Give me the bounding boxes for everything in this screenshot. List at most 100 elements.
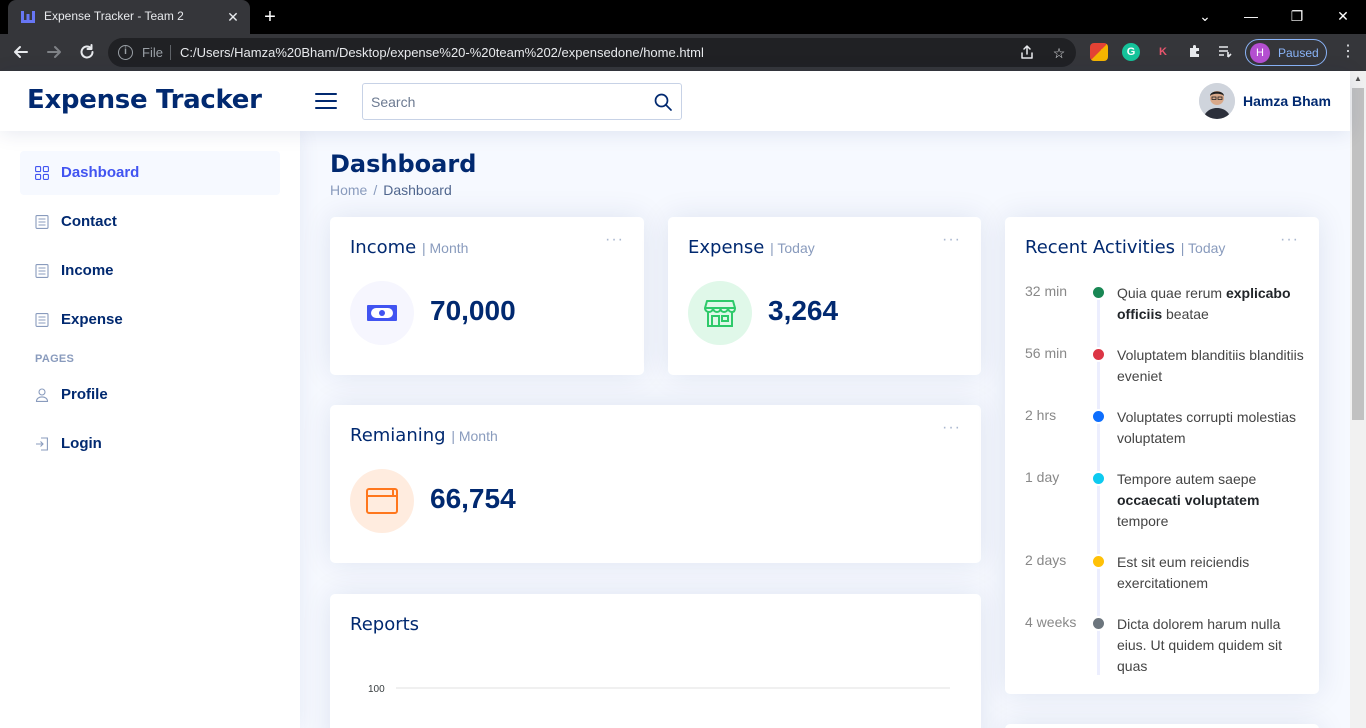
card-period: | Today — [1180, 240, 1226, 256]
sidebar-item-label: Profile — [61, 386, 108, 403]
sidebar-item-label: Income — [61, 262, 114, 279]
sidebar-item-expense[interactable]: Expense — [20, 298, 280, 342]
remaining-card: Remianing | Month ··· 66,754 — [330, 405, 981, 563]
more-options-icon[interactable]: ··· — [605, 232, 624, 248]
activity-text: Dicta dolorem harum nulla eius. Ut quide… — [1117, 616, 1282, 674]
share-icon[interactable] — [1018, 44, 1036, 62]
card-title: Expense | Today — [688, 237, 815, 258]
activity-status-dot — [1091, 471, 1106, 486]
forward-arrow-icon[interactable] — [41, 40, 67, 64]
browser-menu-icon[interactable]: ⋮ — [1338, 42, 1358, 62]
expense-value: 3,264 — [768, 295, 839, 326]
y-tick-label: 100 — [368, 684, 385, 695]
card-title-text: Expense — [688, 237, 765, 258]
card-title: Remianing | Month — [350, 425, 498, 446]
tab-search-button[interactable]: ⌄ — [1192, 4, 1218, 28]
browser-tabbar: Expense Tracker - Team 2 ✕ + ⌄ — ❐ ✕ — [0, 0, 1366, 34]
browser-tab[interactable]: Expense Tracker - Team 2 ✕ — [8, 0, 250, 34]
activity-time: 4 weeks — [1025, 614, 1077, 630]
tab-close-icon[interactable]: ✕ — [224, 8, 242, 26]
activity-status-dot — [1091, 285, 1106, 300]
person-icon — [35, 388, 49, 402]
document-icon — [35, 313, 49, 327]
sidebar-item-label: Contact — [61, 213, 117, 230]
activity-text: Voluptates corrupti molestias voluptatem — [1117, 409, 1296, 446]
next-card — [1005, 724, 1319, 728]
activity-status-dot — [1091, 409, 1106, 424]
restore-button[interactable]: ❐ — [1284, 4, 1310, 28]
card-period: | Today — [770, 240, 815, 256]
sidebar: Dashboard Contact Income Expense PAGES P… — [0, 131, 300, 728]
sidebar-item-profile[interactable]: Profile — [20, 373, 280, 417]
sidebar-heading-pages: PAGES — [35, 353, 75, 365]
user-name: Hamza Bham — [1243, 93, 1331, 109]
sidebar-item-dashboard[interactable]: Dashboard — [20, 151, 280, 195]
document-icon — [35, 264, 49, 278]
remaining-icon-circle — [350, 469, 414, 533]
sidebar-item-label: Expense — [61, 311, 123, 328]
breadcrumb-current: Dashboard — [383, 182, 452, 198]
grammarly-icon[interactable]: G — [1122, 43, 1140, 61]
tab-title: Expense Tracker - Team 2 — [44, 9, 184, 23]
reload-icon[interactable] — [74, 40, 100, 64]
window-close-button[interactable]: ✕ — [1330, 4, 1356, 28]
new-tab-button[interactable]: + — [258, 6, 282, 28]
sidebar-item-label: Dashboard — [61, 164, 140, 181]
sidebar-item-contact[interactable]: Contact — [20, 200, 280, 244]
menu-toggle-icon[interactable] — [315, 91, 337, 111]
minimize-button[interactable]: — — [1238, 4, 1264, 28]
expense-icon-circle — [688, 281, 752, 345]
media-queue-icon[interactable] — [1216, 43, 1234, 61]
recent-activities-card: Recent Activities | Today ··· 32 min Qui… — [1005, 217, 1319, 694]
activity-status-dot — [1091, 616, 1106, 631]
card-title-text: Income — [350, 237, 417, 258]
scrollbar-thumb[interactable] — [1352, 88, 1364, 420]
url-text[interactable]: C:/Users/Hamza%20Bham/Desktop/expense%20… — [180, 45, 704, 60]
activity-time: 2 hrs — [1025, 407, 1057, 423]
bookmark-star-icon[interactable]: ☆ — [1050, 44, 1068, 62]
app-logo[interactable]: Expense Tracker — [27, 85, 262, 115]
back-arrow-icon[interactable] — [8, 40, 34, 64]
profile-avatar: H — [1250, 43, 1270, 63]
remaining-value: 66,754 — [430, 483, 516, 514]
activity-time: 32 min — [1025, 283, 1068, 299]
reports-title: Reports — [350, 614, 420, 635]
breadcrumb: Home / Dashboard — [330, 182, 452, 198]
browser-toolbar: i File C:/Users/Hamza%20Bham/Desktop/exp… — [0, 34, 1366, 71]
card-title-text: Recent Activities — [1025, 237, 1176, 258]
card-period: | Month — [421, 240, 469, 256]
sidebar-item-income[interactable]: Income — [20, 249, 280, 293]
app-header: Expense Tracker Hamza Bham — [0, 71, 1350, 131]
app-favicon-icon — [21, 11, 35, 23]
address-bar[interactable]: i File C:/Users/Hamza%20Bham/Desktop/exp… — [108, 38, 1076, 67]
profile-button[interactable]: H Paused — [1245, 39, 1327, 66]
extensions-puzzle-icon[interactable] — [1186, 43, 1204, 61]
more-options-icon[interactable]: ··· — [942, 420, 961, 436]
page-scrollbar[interactable]: ▲ — [1350, 71, 1366, 728]
card-title: Income | Month — [350, 237, 468, 258]
activity-status-dot — [1091, 554, 1106, 569]
site-info-icon[interactable]: i — [118, 45, 133, 60]
money-icon — [367, 305, 397, 321]
shop-icon — [704, 300, 736, 327]
sidebar-item-login[interactable]: Login — [20, 422, 280, 466]
search-input[interactable] — [363, 84, 643, 119]
extension-color-icon[interactable] — [1090, 43, 1108, 61]
wallet-icon — [366, 488, 398, 514]
income-card: Income | Month ··· 70,000 — [330, 217, 644, 375]
activity-time: 1 day — [1025, 469, 1060, 485]
more-options-icon[interactable]: ··· — [1280, 232, 1299, 248]
extension-k-icon[interactable]: K — [1154, 43, 1172, 61]
more-options-icon[interactable]: ··· — [942, 232, 961, 248]
search-bar — [362, 83, 682, 120]
activity-text: Voluptatem blanditiis blanditiis eveniet — [1117, 347, 1304, 384]
activity-status-dot — [1091, 347, 1106, 362]
page-title: Dashboard — [330, 150, 477, 178]
income-icon-circle — [350, 281, 414, 345]
scroll-up-icon[interactable]: ▲ — [1350, 71, 1366, 87]
avatar — [1199, 83, 1235, 119]
search-icon[interactable] — [653, 92, 673, 112]
activity-text: Est sit eum reiciendis exercitationem — [1117, 554, 1250, 591]
reports-chart: 100 — [368, 684, 950, 695]
breadcrumb-home[interactable]: Home — [330, 182, 367, 198]
